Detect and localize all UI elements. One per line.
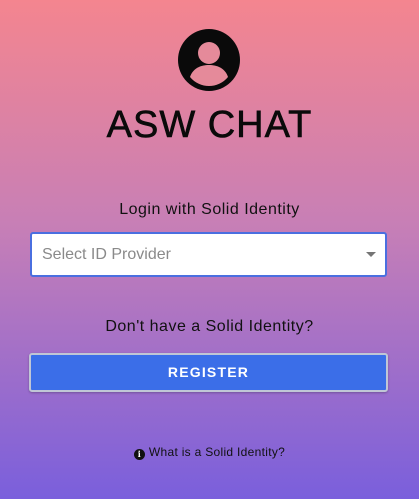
what-is-solid-identity-link[interactable]: i What is a Solid Identity? [0,445,419,460]
caret-down-icon [366,252,376,257]
register-button[interactable]: REGISTER [29,353,388,392]
info-icon: i [133,449,145,460]
app-title: ASW CHAT [106,104,313,147]
login-label: Login with Solid Identity [119,201,300,218]
register-prompt: Don't have a Solid Identity? [105,318,314,335]
id-provider-placeholder: Select ID Provider [42,246,171,263]
help-link-text: What is a Solid Identity? [148,445,286,459]
id-provider-select[interactable]: Select ID Provider [30,232,387,277]
login-page: ASW CHAT Login with Solid Identity Selec… [0,0,419,499]
account-circle-icon [178,29,240,91]
